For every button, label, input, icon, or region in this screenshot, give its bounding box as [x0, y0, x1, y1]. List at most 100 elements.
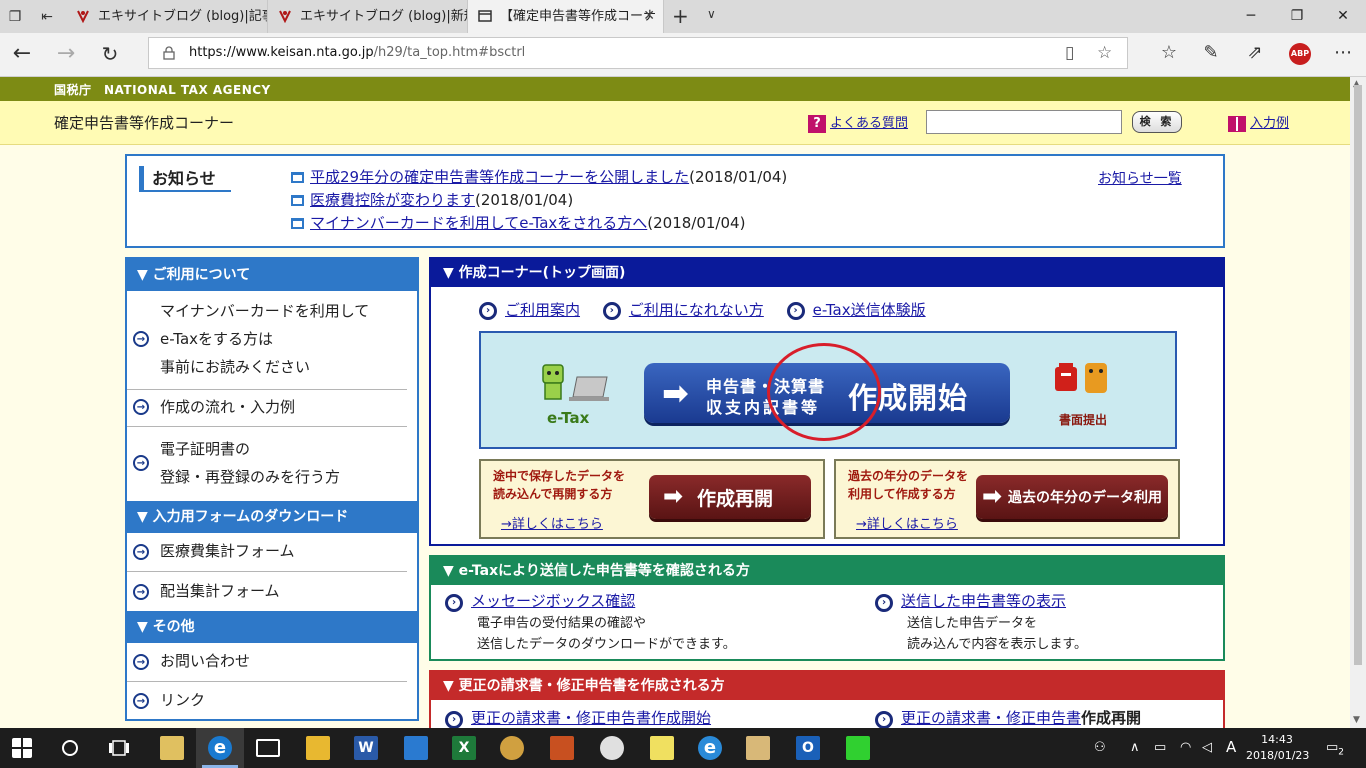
- resume-button[interactable]: ➡ 作成再開: [649, 475, 811, 519]
- scanner-app-icon[interactable]: [746, 736, 770, 760]
- faq-link[interactable]: ? よくある質問: [808, 112, 908, 133]
- tab-nta-active[interactable]: 【確定申告書等作成コーナ ✕: [468, 0, 664, 33]
- action-center-icon[interactable]: ▭2: [1326, 740, 1344, 758]
- paint-icon[interactable]: [500, 736, 524, 760]
- sidebar-item-medical-form[interactable]: → 医療費集計フォーム: [127, 533, 407, 572]
- sidebar-item-flow[interactable]: → 作成の流れ・入力例: [127, 390, 407, 427]
- more-menu-icon[interactable]: ⋯: [1328, 42, 1358, 63]
- resume-details-link[interactable]: →詳しくはこちら: [501, 513, 603, 532]
- arrow-circle-icon: ›: [445, 593, 463, 612]
- paint-palette-icon[interactable]: [600, 736, 624, 760]
- share-icon[interactable]: ⇗: [1240, 42, 1270, 63]
- arrow-circle-icon: ›: [445, 710, 463, 729]
- lock-icon: [163, 46, 175, 60]
- restore-icon[interactable]: ❐: [1274, 4, 1320, 28]
- minimize-icon[interactable]: ─: [1228, 4, 1274, 28]
- past-year-box: 過去の年分のデータを 利用して作成する方 →詳しくはこちら ➡ 過去の年分のデー…: [834, 459, 1180, 539]
- ime-indicator[interactable]: A: [1226, 738, 1236, 756]
- sidebar-section-usage[interactable]: ▼ ご利用について: [127, 259, 417, 291]
- sidebar-section-download[interactable]: ▼ 入力用フォームのダウンロード: [127, 501, 417, 533]
- close-tab-icon[interactable]: ✕: [643, 0, 655, 33]
- forward-icon[interactable]: →: [52, 41, 80, 67]
- battery-icon[interactable]: ▭: [1154, 740, 1166, 755]
- photos-viewer-icon[interactable]: [160, 736, 184, 760]
- correction-start-link[interactable]: 更正の請求書・修正申告書作成開始: [471, 709, 711, 727]
- refresh-icon[interactable]: ↻: [96, 41, 124, 67]
- notice-link[interactable]: 平成29年分の確定申告書等作成コーナーを公開しました: [310, 168, 689, 186]
- scroll-down-icon[interactable]: ▼: [1353, 715, 1360, 725]
- arrow-circle-icon: ›: [479, 301, 497, 320]
- favorites-hub-icon[interactable]: ☆: [1154, 42, 1184, 63]
- sidebar-item-certificate[interactable]: → 電子証明書の 登録・再登録のみを行う方: [127, 427, 407, 501]
- search-input[interactable]: [926, 110, 1122, 134]
- toolbox-icon[interactable]: [550, 736, 574, 760]
- new-tab-icon[interactable]: +: [672, 4, 689, 28]
- outlook-icon[interactable]: O: [796, 736, 820, 760]
- page-scrollbar[interactable]: ▲ ▼: [1350, 77, 1366, 728]
- mail-icon[interactable]: [256, 739, 280, 757]
- notice-all-link[interactable]: お知らせ一覧: [1098, 168, 1182, 188]
- excite-favicon-icon: [77, 10, 89, 23]
- close-window-icon[interactable]: ✕: [1320, 4, 1366, 28]
- wifi-icon[interactable]: ◠: [1180, 740, 1191, 755]
- sidebar-item-links[interactable]: → リンク: [127, 682, 407, 719]
- clock[interactable]: 14:43 2018/01/23: [1246, 732, 1309, 764]
- edge-browser-icon[interactable]: e: [208, 736, 232, 760]
- tab-excite-blog-edit[interactable]: エキサイトブログ (blog)|記事編: [66, 0, 268, 33]
- arrow-circle-icon: →: [133, 693, 149, 709]
- sent-display-block: › 送信した申告書等の表示 送信した申告データを 読み込んで内容を表示します。: [875, 591, 1087, 655]
- set-aside-tabs-icon[interactable]: ⇤: [36, 6, 58, 28]
- tab-preview-icon[interactable]: ❐: [4, 6, 26, 28]
- usage-guide-link[interactable]: ご利用案内: [505, 301, 580, 319]
- past-year-details-link[interactable]: →詳しくはこちら: [856, 513, 958, 532]
- chevron-down-icon[interactable]: ∨: [707, 7, 716, 21]
- sidebar-section-other[interactable]: ▼ その他: [127, 611, 417, 643]
- back-icon[interactable]: ←: [8, 41, 36, 67]
- windows-start-icon[interactable]: [12, 738, 32, 758]
- store-icon[interactable]: [404, 736, 428, 760]
- task-view-icon[interactable]: [108, 738, 130, 758]
- notice-item: 医療費控除が変わります(2018/01/04): [291, 189, 787, 212]
- correction-resume-link[interactable]: 更正の請求書・修正申告書: [901, 709, 1081, 727]
- window-icon: [291, 195, 304, 206]
- start-area: e-Tax ➡ 申告書・決算書 収支内訳書等 作成開始 書面提出: [479, 331, 1177, 449]
- people-icon[interactable]: ⚇: [1094, 740, 1106, 755]
- sidebar-item-dividend-form[interactable]: → 配当集計フォーム: [127, 572, 407, 611]
- address-bar[interactable]: https://www.keisan.nta.go.jp/h29/ta_top.…: [148, 37, 1128, 69]
- message-box-link[interactable]: メッセージボックス確認: [471, 592, 635, 610]
- past-year-button[interactable]: ➡ 過去の年分のデータ利用: [976, 475, 1168, 519]
- etax-trial-link[interactable]: e-Tax送信体験版: [813, 301, 926, 319]
- reading-view-icon[interactable]: ▯: [1065, 43, 1074, 63]
- input-example-link[interactable]: 入力例: [1228, 112, 1289, 132]
- internet-explorer-icon[interactable]: e: [698, 736, 722, 760]
- arrow-right-icon: ➡: [663, 482, 684, 510]
- arrow-circle-icon: ›: [875, 710, 893, 729]
- show-hidden-icons-icon[interactable]: ∧: [1130, 740, 1140, 755]
- favorite-star-icon[interactable]: ☆: [1097, 43, 1112, 63]
- word-icon[interactable]: W: [354, 736, 378, 760]
- not-available-link[interactable]: ご利用になれない方: [629, 301, 764, 319]
- sticky-notes-icon[interactable]: [650, 736, 674, 760]
- search-button[interactable]: 検 索: [1132, 111, 1182, 133]
- panel-title: ▼ e-Taxにより送信した申告書等を確認される方: [431, 557, 1223, 585]
- notice-date: (2018/01/04): [475, 191, 574, 209]
- adblock-plus-icon[interactable]: ABP: [1289, 43, 1311, 65]
- green-app-icon[interactable]: [846, 736, 870, 760]
- page-favicon-icon: [478, 10, 492, 22]
- web-note-icon[interactable]: ✎: [1196, 42, 1226, 63]
- window-icon: [291, 218, 304, 229]
- notice-link[interactable]: マイナンバーカードを利用してe-Taxをされる方へ: [310, 214, 647, 232]
- cortana-icon[interactable]: [60, 738, 80, 758]
- arrow-right-icon: ➡: [982, 482, 1003, 510]
- sent-display-link[interactable]: 送信した申告書等の表示: [901, 592, 1066, 610]
- scrollbar-thumb[interactable]: [1354, 85, 1362, 665]
- sidebar-item-contact[interactable]: → お問い合わせ: [127, 643, 407, 682]
- tab-excite-blog-new[interactable]: エキサイトブログ (blog)|新規投: [268, 0, 468, 33]
- notice-title: お知らせ: [139, 166, 231, 192]
- excel-icon[interactable]: X: [452, 736, 476, 760]
- notice-link[interactable]: 医療費控除が変わります: [310, 191, 475, 209]
- sidebar-item-mynumber[interactable]: → マイナンバーカードを利用して e-Taxをする方は 事前にお読みください: [127, 291, 407, 390]
- book-icon: [1228, 115, 1246, 132]
- file-explorer-icon[interactable]: [306, 736, 330, 760]
- volume-icon[interactable]: ◁: [1202, 740, 1212, 755]
